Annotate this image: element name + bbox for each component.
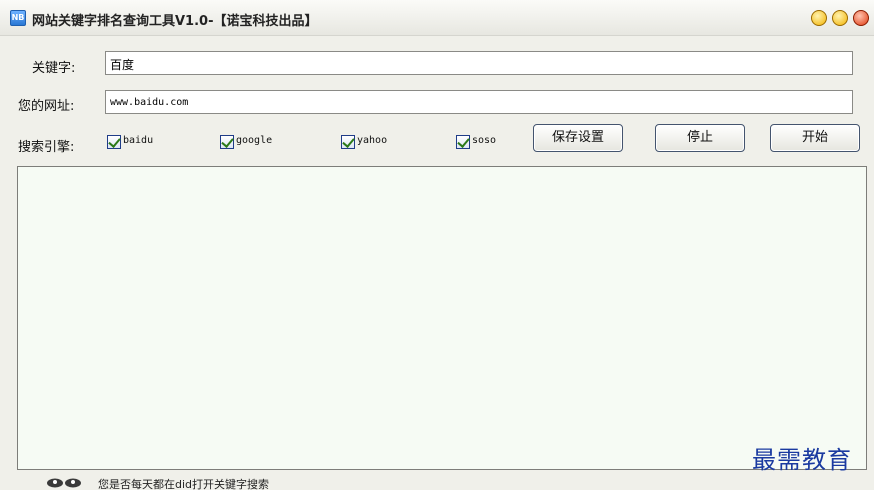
checkbox-checked-icon[interactable] xyxy=(220,135,234,149)
checkbox-label: google xyxy=(236,135,273,146)
url-input[interactable]: www.baidu.com xyxy=(105,90,853,114)
maximize-icon[interactable] xyxy=(832,10,848,26)
title-bar[interactable]: NB 网站关键字排名查询工具V1.0-【诺宝科技出品】 xyxy=(0,0,874,36)
start-button[interactable]: 开始 xyxy=(770,124,860,152)
status-bar: 您是否每天都在did打开关键字搜索 xyxy=(0,474,874,490)
checkbox-checked-icon[interactable] xyxy=(456,135,470,149)
status-text: 您是否每天都在did打开关键字搜索 xyxy=(98,478,270,490)
checkbox-checked-icon[interactable] xyxy=(341,135,355,149)
keyword-input[interactable]: 百度 xyxy=(105,51,853,75)
minimize-icon[interactable] xyxy=(811,10,827,26)
app-icon: NB xyxy=(10,10,26,26)
stop-button[interactable]: 停止 xyxy=(655,124,745,152)
engines-label: 搜索引擎: xyxy=(18,140,75,155)
checkbox-label: yahoo xyxy=(357,135,388,146)
save-settings-button[interactable]: 保存设置 xyxy=(533,124,623,152)
mascot-icon xyxy=(47,478,81,488)
watermark-text: 最需教育 xyxy=(752,446,852,474)
checkbox-label: soso xyxy=(472,135,497,146)
url-label: 您的网址: xyxy=(18,99,75,114)
results-panel[interactable] xyxy=(17,166,867,470)
checkbox-label: baidu xyxy=(123,135,154,146)
app-window: NB 网站关键字排名查询工具V1.0-【诺宝科技出品】 关键字: 百度 您的网址… xyxy=(0,0,874,490)
window-title: 网站关键字排名查询工具V1.0-【诺宝科技出品】 xyxy=(32,14,318,29)
keyword-label: 关键字: xyxy=(32,61,76,76)
close-icon[interactable] xyxy=(853,10,869,26)
checkbox-checked-icon[interactable] xyxy=(107,135,121,149)
